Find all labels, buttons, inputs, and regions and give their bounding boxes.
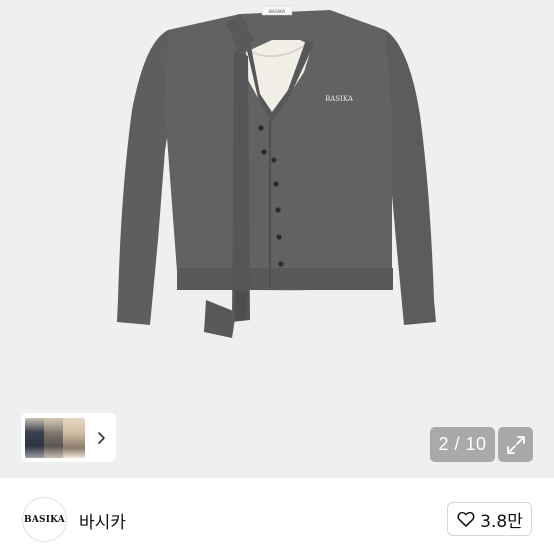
avatar[interactable]: BASIKA xyxy=(22,497,67,542)
thumbnail-3[interactable] xyxy=(63,417,85,458)
thumbnail-strip[interactable] xyxy=(21,413,116,462)
chest-logo-text: BASIKA xyxy=(325,95,354,103)
neck-label-text: BASIKA xyxy=(269,9,286,15)
page-counter: 2 / 10 xyxy=(430,427,495,462)
product-image-area[interactable]: BASIKA BASIKA 2 / 10 xyxy=(0,0,554,478)
like-button[interactable]: 3.8만 xyxy=(447,502,532,536)
expand-button[interactable] xyxy=(498,427,533,462)
like-count: 3.8만 xyxy=(480,511,523,532)
product-photo-cardigan: BASIKA BASIKA xyxy=(117,5,436,338)
expand-arrows-icon xyxy=(506,435,525,454)
avatar-logo-text: BASIKA xyxy=(24,514,65,525)
seller-bar: BASIKA 바시카 3.8만 xyxy=(0,478,554,554)
heart-outline-icon xyxy=(457,511,475,527)
seller-name[interactable]: 바시카 xyxy=(79,508,126,533)
chevron-right-icon[interactable] xyxy=(94,431,108,445)
